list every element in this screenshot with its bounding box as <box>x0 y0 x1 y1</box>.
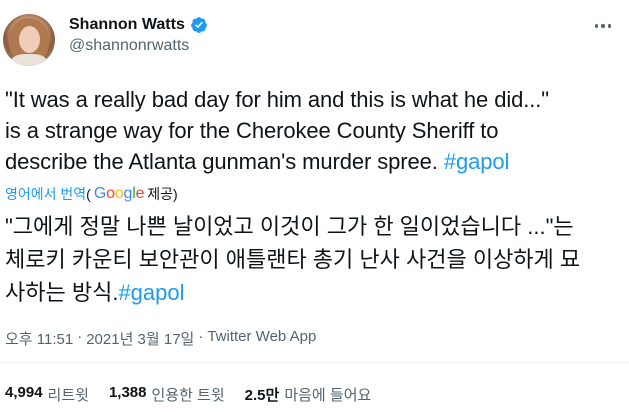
open-paren: ( <box>86 186 91 202</box>
tweet-text: "It was a really bad day for him and thi… <box>5 84 620 177</box>
tweet-line: describe the Atlanta gunman's murder spr… <box>5 146 620 177</box>
avatar-face <box>19 26 40 53</box>
stat-label: 인용한 트윗 <box>151 387 225 404</box>
stat-number: 2.5만 <box>244 387 280 404</box>
translated-line: "그에게 정말 나쁜 날이었고 이것이 그가 한 일이었습니다 ..."는 <box>5 214 574 239</box>
translated-line: 체로키 카운티 보안관이 애틀랜타 총기 난사 사건을 이상하게 묘 <box>5 247 581 272</box>
translation-attribution: 영어에서 번역 ( Google 제공) <box>5 182 178 206</box>
author-name[interactable]: Shannon Watts <box>69 16 185 34</box>
divider <box>0 362 629 363</box>
tweet-stats: 4,994 리트윗 1,388 인용한 트윗 2.5만 마음에 들어요 <box>5 384 371 405</box>
more-dot <box>594 24 599 28</box>
stat-label: 마음에 들어요 <box>284 387 372 404</box>
more-options-icon[interactable] <box>589 18 617 34</box>
avatar[interactable] <box>3 14 55 66</box>
tweet-line: is a strange way for the Cherokee County… <box>5 118 499 143</box>
google-letter: g <box>123 185 133 202</box>
avatar-shirt <box>11 54 47 66</box>
retweet-count[interactable]: 4,994 리트윗 <box>5 384 89 405</box>
quote-tweet-count[interactable]: 1,388 인용한 트윗 <box>109 384 225 405</box>
stat-label: 리트윗 <box>47 387 89 404</box>
google-letter: o <box>106 185 115 202</box>
tweet-line: "It was a really bad day for him and thi… <box>5 87 550 112</box>
provided-label: 제공) <box>147 186 178 202</box>
author-handle[interactable]: @shannonrwatts <box>69 37 189 55</box>
more-dot <box>601 24 605 28</box>
tweet-time[interactable]: 오후 11:51 <box>5 328 73 349</box>
google-letter: G <box>93 185 107 202</box>
like-count[interactable]: 2.5만 마음에 들어요 <box>245 384 372 405</box>
translated-line-text: 사하는 방식. <box>5 280 119 305</box>
stat-number: 4,994 <box>5 384 43 401</box>
translate-link[interactable]: 영어에서 번역 <box>5 184 86 204</box>
google-logo: Google <box>93 185 145 203</box>
meta-separator: · <box>77 328 83 345</box>
meta-separator: · <box>198 328 204 345</box>
tweet-date[interactable]: 2021년 3월 17일 <box>86 328 194 349</box>
author-name-row[interactable]: Shannon Watts <box>69 14 208 36</box>
tweet-meta: 오후 11:51 · 2021년 3월 17일 · Twitter Web Ap… <box>5 328 316 349</box>
stat-number: 1,388 <box>108 384 147 401</box>
google-letter: o <box>114 185 124 202</box>
tweet-source[interactable]: Twitter Web App <box>207 328 316 349</box>
google-letter: e <box>135 185 145 202</box>
hashtag-link[interactable]: #gapol <box>444 149 510 174</box>
more-dot <box>607 24 612 28</box>
translated-line: 사하는 방식.#gapol <box>5 276 620 309</box>
tweet-line-text: describe the Atlanta gunman's murder spr… <box>5 149 444 174</box>
translated-text: "그에게 정말 나쁜 날이었고 이것이 그가 한 일이었습니다 ..."는 체로… <box>5 210 620 309</box>
tweet-header: Shannon Watts @shannonrwatts <box>0 0 629 70</box>
verified-badge-icon <box>190 17 207 33</box>
hashtag-link[interactable]: #gapol <box>118 280 184 305</box>
